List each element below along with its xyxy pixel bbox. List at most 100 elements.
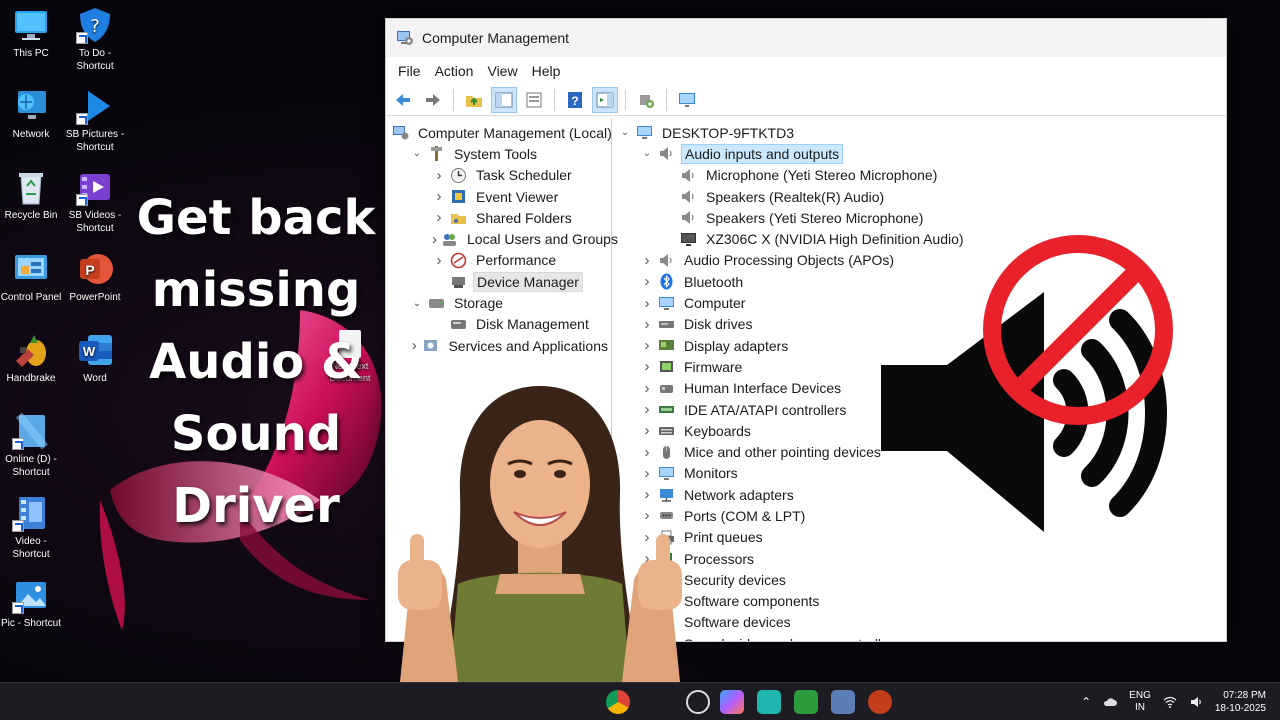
properties-button[interactable] [521, 87, 547, 113]
show-hide-tree-button[interactable] [491, 86, 517, 113]
chevron-right-icon[interactable]: › [640, 273, 654, 290]
desktop-icon-label: This PC [13, 48, 49, 59]
menu-action[interactable]: Action [429, 60, 480, 82]
tree-item[interactable]: ⌄ DESKTOP-9FTKTD3 [612, 122, 1226, 143]
chevron-right-icon[interactable]: › [640, 252, 654, 269]
chatgpt-taskbar-icon[interactable] [686, 690, 710, 714]
help-button[interactable]: ? [562, 87, 588, 113]
tree-item[interactable]: › Services and Applications [386, 335, 611, 356]
muted-speaker-graphic [881, 235, 1173, 532]
desktop-icon-label: Pic - Shortcut [0, 618, 62, 629]
onedrive-cloud-icon[interactable] [1103, 695, 1118, 709]
tree-item[interactable]: Speakers (Realtek(R) Audio) [612, 186, 1226, 207]
tree-item[interactable]: › Shared Folders [386, 207, 611, 228]
tree-item[interactable]: Microphone (Yeti Stereo Microphone) [612, 165, 1226, 186]
tree-item[interactable]: ›Software devices [612, 612, 1226, 633]
menu-file[interactable]: File [392, 60, 427, 82]
tree-item-label: Speakers (Yeti Stereo Microphone) [706, 209, 924, 226]
tree-item-label: Performance [476, 252, 557, 269]
tree-item[interactable]: ⌄ Storage [386, 292, 611, 313]
tree-item-label: Device Manager [473, 271, 583, 292]
desktop-icon-handbrake[interactable]: Handbrake [0, 331, 65, 385]
desktop-icon-online-d[interactable]: Online (D) - Shortcut [0, 412, 65, 479]
desktop-icon-todo[interactable]: ? To Do - Shortcut [61, 6, 129, 73]
computer-management-icon [392, 124, 409, 141]
speaker-icon [658, 145, 675, 162]
tree-item-label: Software components [684, 593, 820, 610]
tree-item[interactable]: › Local Users and Groups [386, 228, 618, 249]
scan-hardware-icon [640, 94, 654, 108]
desktop-icon-label: Online (D) - Shortcut [5, 454, 57, 478]
chevron-right-icon[interactable]: › [432, 252, 446, 269]
tree-item-label: Disk Management [476, 316, 589, 333]
chevron-right-icon[interactable]: › [640, 337, 654, 354]
menu-view[interactable]: View [481, 60, 523, 82]
desktop-icon-network[interactable]: Network [0, 87, 65, 141]
recycle-bin-icon [12, 168, 50, 206]
back-button[interactable] [390, 87, 416, 113]
tree-item[interactable]: › Event Viewer [386, 186, 611, 207]
tree-item[interactable]: Disk Management [386, 314, 611, 335]
tree-item[interactable]: ›Software components [612, 591, 1226, 612]
desktop-icon-label: To Do - Shortcut [76, 48, 114, 72]
clock[interactable]: 07:28 PM 18-10-2025 [1215, 689, 1266, 715]
tree-item[interactable]: Speakers (Yeti Stereo Microphone) [612, 207, 1226, 228]
up-level-button[interactable] [461, 87, 487, 113]
show-hidden-icons-chevron-icon[interactable]: ⌃ [1081, 695, 1091, 709]
chevron-right-icon[interactable]: › [432, 167, 446, 184]
headline-line: Audio & [149, 334, 363, 390]
tree-item-label: DESKTOP-9FTKTD3 [662, 124, 794, 141]
copilot-taskbar-icon[interactable] [720, 690, 744, 714]
tree-item[interactable]: ⌄ Audio inputs and outputs [612, 143, 1226, 164]
system-tools-icon [428, 145, 445, 162]
users-icon [441, 231, 458, 248]
chevron-right-icon[interactable]: › [640, 358, 654, 375]
chevron-right-icon[interactable]: › [640, 316, 654, 333]
clock-icon [450, 167, 467, 184]
computer-management-taskbar-icon[interactable] [831, 690, 855, 714]
camtasia-taskbar-icon[interactable] [794, 690, 818, 714]
chevron-down-icon[interactable]: ⌄ [410, 296, 424, 310]
toolbar: ? [386, 84, 1226, 116]
desktop-icon-video[interactable]: Video - Shortcut [0, 494, 65, 561]
desktop-icon-recycle-bin[interactable]: Recycle Bin [0, 168, 65, 222]
chevron-right-icon[interactable]: › [432, 188, 446, 205]
storage-icon [428, 295, 445, 312]
desktop-icon-this-pc[interactable]: This PC [0, 6, 65, 60]
powerpoint-taskbar-icon[interactable] [868, 690, 892, 714]
app-taskbar-icon[interactable] [757, 690, 781, 714]
language-indicator[interactable]: ENG IN [1129, 690, 1151, 714]
tree-item[interactable]: › Performance [386, 250, 611, 271]
desktop-icon-pic[interactable]: Pic - Shortcut [0, 576, 65, 630]
chevron-right-icon[interactable]: › [432, 209, 446, 226]
svg-text:?: ? [90, 16, 100, 37]
tree-item[interactable]: Device Manager [386, 271, 611, 292]
wifi-icon[interactable] [1163, 695, 1177, 709]
title-bar[interactable]: Computer Management [386, 19, 1226, 57]
chevron-down-icon[interactable]: ⌄ [410, 147, 424, 161]
chevron-right-icon[interactable]: › [410, 337, 418, 354]
scan-hardware-button[interactable] [633, 87, 659, 113]
volume-icon[interactable] [1189, 695, 1203, 709]
tree-item[interactable]: ⌄ System Tools [386, 143, 611, 164]
tree-item[interactable]: Computer Management (Local) [386, 122, 612, 143]
chrome-taskbar-icon[interactable] [606, 690, 630, 714]
chevron-down-icon[interactable]: ⌄ [640, 147, 654, 161]
tree-item-label: Event Viewer [476, 188, 559, 205]
show-action-pane-button[interactable] [592, 86, 618, 113]
tree-item[interactable]: › Task Scheduler [386, 165, 611, 186]
bluetooth-icon [658, 273, 675, 290]
chevron-down-icon[interactable]: ⌄ [618, 126, 632, 140]
menu-help[interactable]: Help [526, 60, 567, 82]
tree-item-label: Sound, video and game controllers [681, 635, 903, 641]
desktop-icon-sb-pictures[interactable]: SB Pictures - Shortcut [61, 87, 129, 154]
chevron-right-icon[interactable]: › [432, 231, 437, 248]
tree-item[interactable]: › Processors [612, 548, 1226, 569]
tree-item[interactable]: ›Sound, video and game controllers [612, 633, 1226, 641]
monitor-button[interactable] [674, 87, 700, 113]
monitor-icon [12, 6, 50, 44]
tree-item[interactable]: ›Security devices [612, 569, 1226, 590]
chevron-right-icon[interactable]: › [640, 295, 654, 312]
desktop-icon-control-panel[interactable]: Control Panel [0, 250, 65, 304]
forward-button[interactable] [420, 87, 446, 113]
